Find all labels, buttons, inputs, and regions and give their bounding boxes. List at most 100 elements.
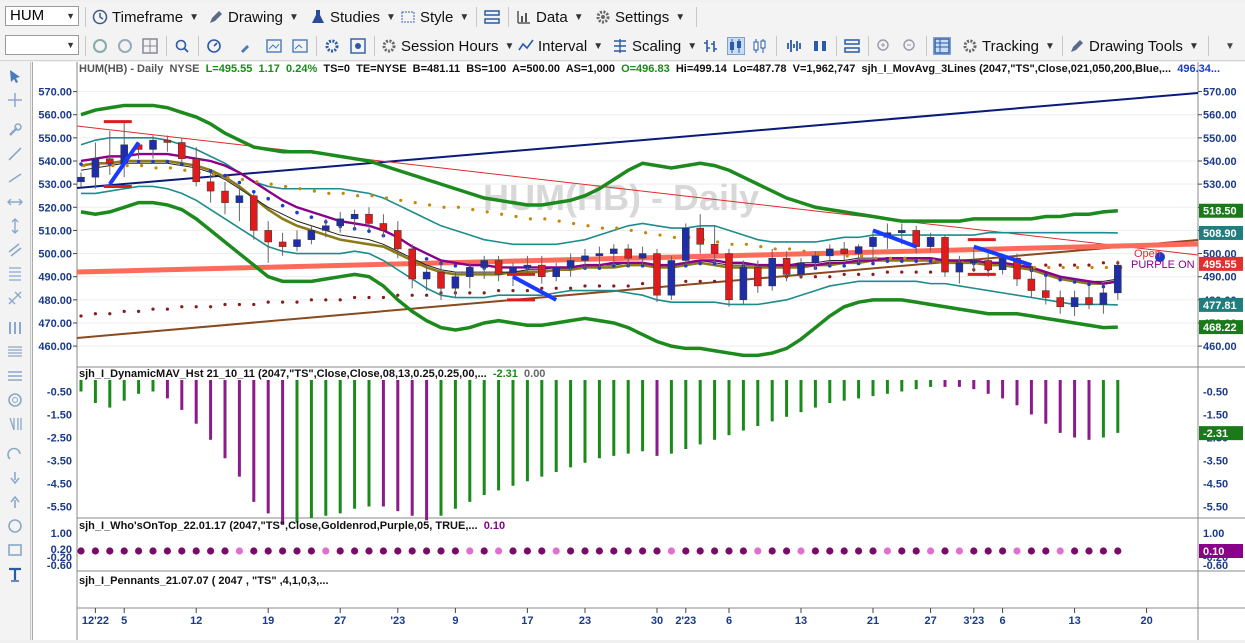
gold-dot [168,166,172,170]
speed-lines-icon[interactable] [7,344,23,360]
symbol-input[interactable]: HUM ▼ [5,6,79,26]
maroon-dot [597,284,602,288]
time-zones-icon[interactable] [7,416,23,432]
channel-icon[interactable] [7,242,23,258]
price-label-right: 570.00 [1203,87,1237,99]
speedometer-icon[interactable] [206,38,222,54]
regression-icon[interactable] [7,368,23,384]
hist-label-right: -4.50 [1203,479,1228,491]
text-icon[interactable] [7,566,23,582]
maroon-dot [396,293,400,297]
candle-body [653,253,661,296]
horizontal-line-icon[interactable] [7,194,23,210]
trendline-icon[interactable] [7,146,23,162]
gold-dot [356,194,360,198]
whos-on-top-dot [495,547,503,555]
gold-dot [543,217,547,221]
candle-body [797,262,805,275]
gold-dot [730,242,734,246]
candle-body [768,257,776,287]
interval-menu[interactable]: Interval ▼ [518,35,603,57]
blue-dot [309,215,314,220]
separator [926,36,927,56]
gear-icon[interactable] [324,38,340,54]
purple-on-label: PURPLE ON [1131,259,1195,271]
settings-menu[interactable]: Settings ▼ [595,6,685,28]
session-hours-menu[interactable]: Session Hours ▼ [381,35,514,57]
candle-body [840,248,848,254]
chart-zoom-icon[interactable] [292,38,308,54]
cycle-icon[interactable] [7,392,23,408]
rectangle-icon[interactable] [7,542,23,558]
hist-label-left: -0.50 [47,387,72,399]
vertical-line-icon[interactable] [7,218,23,234]
gold-dot [428,203,432,207]
layout-icon[interactable] [484,9,500,25]
candle-body [595,253,604,257]
chart-canvas[interactable]: HUM(HB) - Daily Open PURPLE ON 570.00 570… [33,62,1245,640]
volume-icon[interactable] [786,38,802,54]
timeframe-icon [92,9,108,25]
zoom-in-icon[interactable] [876,38,892,54]
pointer-icon[interactable] [7,68,23,84]
ellipse-icon[interactable] [7,518,23,534]
arrow-down-icon[interactable] [7,470,23,486]
maroon-dot [842,272,846,276]
whos-on-top-dot [538,547,546,555]
ohlc-bar-icon[interactable] [703,38,719,54]
ray-icon[interactable] [7,170,23,186]
crosshair-icon[interactable] [7,92,23,108]
whos-on-top-dot [207,547,215,555]
bars-icon[interactable] [812,38,828,54]
format-icon[interactable] [350,38,366,54]
reload-icon[interactable] [117,38,133,54]
data-menu[interactable]: Data ▼ [516,6,584,28]
pane2-title: sjh_I_DynamicMAV_Hst 21_10_11 (2047,"TS"… [79,368,487,380]
drawing-tools-menu[interactable]: Drawing Tools ▼ [1069,35,1199,57]
pane2-value-2: 0.00 [524,368,546,380]
price-label-left: 510.00 [38,225,72,237]
arrow-up-icon[interactable] [7,494,23,510]
grid-icon[interactable] [142,38,158,54]
find-icon[interactable] [174,38,190,54]
wrench-icon[interactable] [7,122,23,138]
whos-on-top-dot [451,547,459,555]
hist-label-left: -5.50 [47,502,72,514]
brush-icon[interactable] [238,38,254,54]
style-menu[interactable]: Style ▼ [400,6,469,28]
candle-body [264,230,272,243]
chart-window[interactable]: HUM(HB) - Daily Open PURPLE ON 570.00 570… [32,62,1245,640]
drawing-menu[interactable]: Drawing ▼ [208,6,299,28]
candle-body [566,260,575,268]
whos-on-top-dot [682,547,690,555]
data-window-icon[interactable] [933,37,951,55]
gold-dot [802,249,806,253]
arc-icon[interactable] [7,446,23,462]
hist-label-right: -3.50 [1203,456,1228,468]
fibonacci-icon[interactable] [7,266,23,282]
chart-image-icon[interactable] [266,38,282,54]
hollow-candle-icon[interactable] [752,38,768,54]
andrews-pitchfork-icon[interactable] [7,290,23,306]
candle-body [1027,278,1036,291]
zoom-out-icon[interactable] [902,38,918,54]
candle-body [898,230,906,233]
blue-dot [842,264,846,268]
studies-menu[interactable]: Studies ▼ [310,6,396,28]
scaling-menu[interactable]: Scaling ▼ [612,35,697,57]
price-label-right: 530.00 [1203,179,1237,191]
workspace-combo[interactable]: ▼ [5,35,79,55]
whos-on-top-dot [826,547,834,555]
refresh-icon[interactable] [92,38,108,54]
tracking-menu[interactable]: Tracking ▼ [962,35,1055,57]
panes-icon[interactable] [844,38,860,54]
gold-dot [672,235,677,239]
gold-dot [1090,265,1094,270]
gold-dot [932,258,936,263]
candle-body [1114,264,1122,294]
candlestick-icon[interactable] [727,37,745,55]
timeframe-menu[interactable]: Timeframe ▼ [92,6,199,28]
gann-icon[interactable] [7,320,23,336]
secondary-toolbar: ▼ Session Hours ▼ Interval ▼ Scaling ▼ Trac… [0,31,1245,61]
overflow-icon[interactable]: ▼ [1222,38,1238,54]
